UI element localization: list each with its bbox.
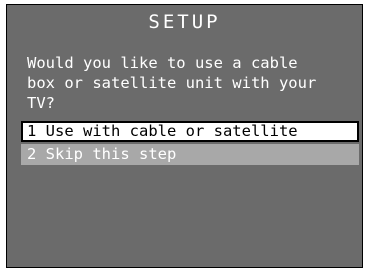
option-skip-step[interactable]: 2 Skip this step: [21, 144, 359, 165]
options-menu: 1 Use with cable or satellite 2 Skip thi…: [21, 121, 359, 165]
option-use-cable-satellite[interactable]: 1 Use with cable or satellite: [21, 121, 359, 142]
setup-question: Would you like to use a cable box or sat…: [27, 54, 317, 112]
screen-title: SETUP: [148, 11, 221, 33]
setup-screen: SETUP Would you like to use a cable box …: [6, 4, 363, 268]
